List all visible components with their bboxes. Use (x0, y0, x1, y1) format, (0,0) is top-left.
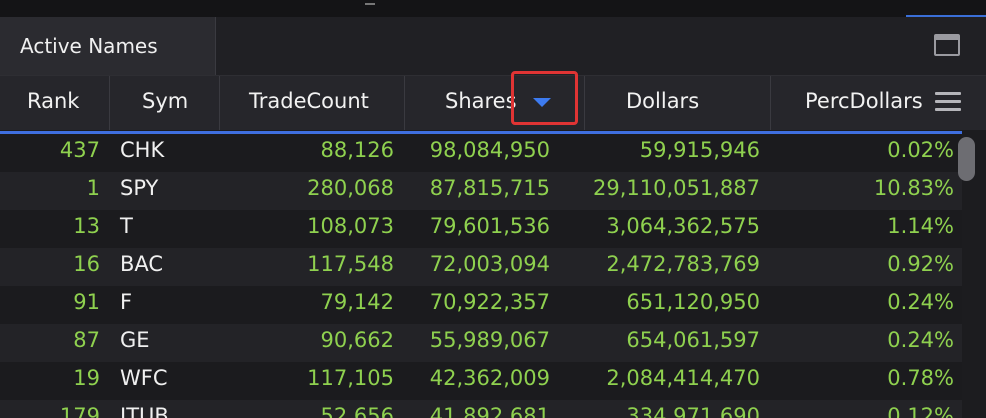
scrollbar-thumb[interactable] (958, 137, 975, 181)
tradecount-cell: 108,073 (307, 214, 394, 238)
rank-cell: 19 (73, 366, 100, 390)
shares-cell: 79,601,536 (429, 214, 550, 238)
tradecount-cell: 52,656 (320, 404, 394, 418)
tradecount-cell: 280,068 (307, 176, 394, 200)
chevron-icon (365, 0, 375, 5)
table-row[interactable]: 16 BAC 117,548 72,003,094 2,472,783,769 0.92% (0, 248, 962, 286)
window-maximize-icon[interactable] (934, 34, 960, 56)
dollars-cell: 654,061,597 (626, 328, 760, 352)
shares-cell: 87,815,715 (429, 176, 550, 200)
column-label: PercDollars (805, 89, 923, 113)
table-row[interactable]: 87 GE 90,662 55,989,067 654,061,597 0.24% (0, 324, 962, 362)
shares-cell: 41,892,681 (429, 404, 550, 418)
rank-cell: 87 (73, 328, 100, 352)
table-body: 437 CHK 88,126 98,084,950 59,915,946 0.02% 1 SP… (0, 134, 962, 418)
percdollars-cell: 0.24% (887, 290, 954, 314)
top-strip (0, 0, 986, 17)
shares-cell: 98,084,950 (429, 138, 550, 162)
percdollars-cell: 10.83% (873, 176, 954, 200)
table-row[interactable]: 19 WFC 117,105 42,362,009 2,084,414,470 0.78% (0, 362, 962, 400)
column-label: Dollars (626, 89, 700, 113)
rank-cell: 13 (73, 214, 100, 238)
symbol-cell: F (120, 290, 133, 314)
shares-cell: 55,989,067 (429, 328, 550, 352)
symbol-cell: CHK (120, 138, 165, 162)
table-row[interactable]: 13 T 108,073 79,601,536 3,064,362,575 1.14% (0, 210, 962, 248)
shares-cell: 42,362,009 (429, 366, 550, 390)
table-row[interactable]: 91 F 79,142 70,922,357 651,120,950 0.24% (0, 286, 962, 324)
rank-cell: 437 (59, 138, 100, 162)
rank-cell: 1 (86, 176, 100, 200)
rank-cell: 91 (73, 290, 100, 314)
column-header-percdollars[interactable]: PercDollars (771, 76, 962, 130)
tab-bar: Active Names (0, 17, 986, 76)
symbol-cell: GE (120, 328, 150, 352)
symbol-cell: WFC (120, 366, 168, 390)
dollars-cell: 59,915,946 (639, 138, 760, 162)
dollars-cell: 334,971,690 (626, 404, 760, 418)
dollars-cell: 651,120,950 (626, 290, 760, 314)
percdollars-cell: 0.02% (887, 138, 954, 162)
symbol-cell: T (120, 214, 133, 238)
tradecount-cell: 90,662 (320, 328, 394, 352)
table-row[interactable]: 437 CHK 88,126 98,084,950 59,915,946 0.02% (0, 134, 962, 172)
symbol-cell: SPY (120, 176, 159, 200)
tradecount-cell: 117,105 (307, 366, 394, 390)
hamburger-menu-icon[interactable] (935, 92, 961, 112)
tradecount-cell: 79,142 (320, 290, 394, 314)
dollars-cell: 2,472,783,769 (606, 252, 760, 276)
percdollars-cell: 0.24% (887, 328, 954, 352)
percdollars-cell: 0.78% (887, 366, 954, 390)
shares-cell: 70,922,357 (429, 290, 550, 314)
tradecount-cell: 88,126 (320, 138, 394, 162)
symbol-cell: ITUB (120, 404, 169, 418)
tradecount-cell: 117,548 (307, 252, 394, 276)
tab-active-names[interactable]: Active Names (0, 17, 216, 75)
dollars-cell: 3,064,362,575 (606, 214, 760, 238)
column-label: Rank (27, 89, 80, 113)
rank-cell: 179 (59, 404, 100, 418)
column-header-sym[interactable]: Sym (110, 76, 220, 130)
percdollars-cell: 0.12% (887, 404, 954, 418)
column-header-tradecount[interactable]: TradeCount (220, 76, 405, 130)
rank-cell: 16 (73, 252, 100, 276)
percdollars-cell: 0.92% (887, 252, 954, 276)
column-header-rank[interactable]: Rank (0, 76, 110, 130)
dollars-cell: 2,084,414,470 (606, 366, 760, 390)
dollars-cell: 29,110,051,887 (593, 176, 760, 200)
symbol-cell: BAC (120, 252, 164, 276)
table-header: Rank Sym TradeCount Shares Dollars PercD… (0, 76, 986, 130)
column-label: Shares (445, 89, 517, 113)
sort-highlight-box (511, 71, 578, 125)
percdollars-cell: 1.14% (887, 214, 954, 238)
table-row[interactable]: 179 ITUB 52,656 41,892,681 334,971,690 0.12% (0, 400, 962, 418)
column-header-dollars[interactable]: Dollars (585, 76, 771, 130)
tab-label: Active Names (20, 34, 158, 58)
shares-cell: 72,003,094 (429, 252, 550, 276)
column-label: TradeCount (249, 89, 369, 113)
column-label: Sym (142, 89, 189, 113)
table-row[interactable]: 1 SPY 280,068 87,815,715 29,110,051,887 10.83… (0, 172, 962, 210)
